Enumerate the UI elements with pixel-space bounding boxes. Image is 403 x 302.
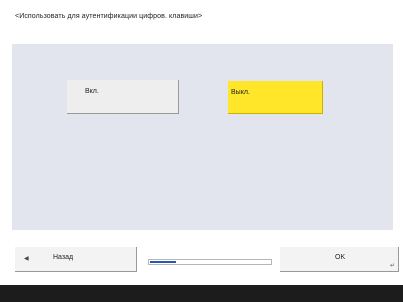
off-option-label: Выкл.	[231, 89, 250, 96]
bottom-status-bar	[0, 285, 403, 302]
back-button-label: Назад	[53, 254, 74, 261]
on-option-label: Вкл.	[85, 88, 99, 95]
footer-bar: ◀ Назад OK ↵	[0, 239, 403, 275]
back-button[interactable]: ◀ Назад	[15, 247, 137, 272]
progress-bar	[148, 259, 272, 265]
option-panel	[12, 44, 393, 230]
progress-fill	[150, 261, 176, 263]
screen-title: <Использовать для аутентификации цифров.…	[15, 13, 203, 20]
ok-button-label: OK	[335, 254, 346, 261]
back-arrow-icon: ◀	[24, 256, 29, 262]
ok-button[interactable]: OK ↵	[280, 247, 399, 272]
return-arrow-icon: ↵	[389, 263, 395, 269]
on-option-button[interactable]: Вкл.	[67, 80, 179, 114]
off-option-button[interactable]: Выкл.	[228, 81, 323, 114]
